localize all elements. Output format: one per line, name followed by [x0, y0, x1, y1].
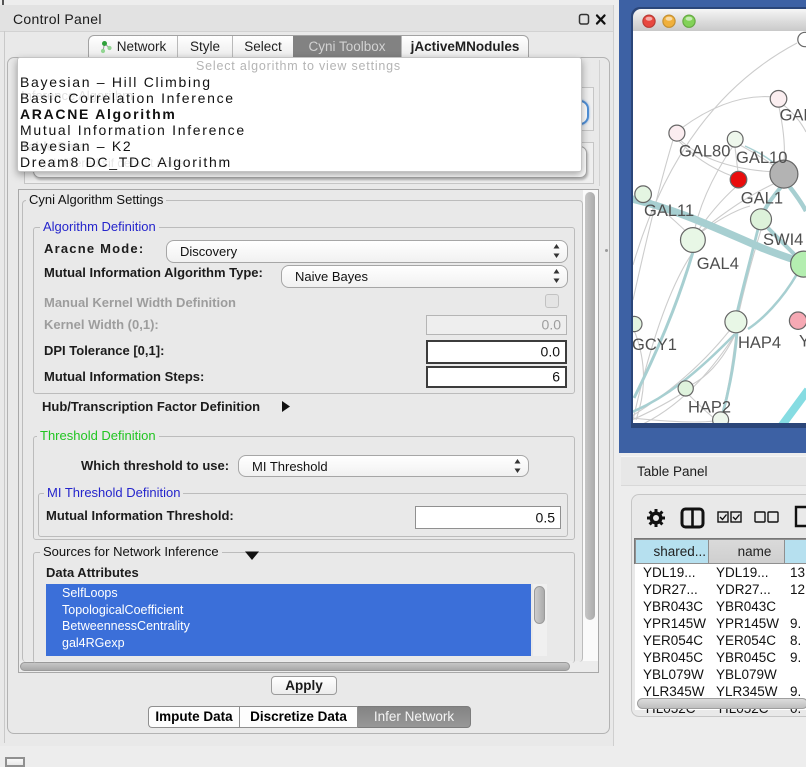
svg-text:SWI4: SWI4	[763, 231, 803, 249]
svg-text:GCY1: GCY1	[633, 336, 677, 354]
svg-text:GAL11: GAL11	[644, 202, 694, 220]
svg-text:GAL80: GAL80	[679, 143, 730, 161]
svg-text:Y: Y	[799, 333, 806, 351]
svg-text:GAL: GAL	[780, 107, 806, 125]
svg-text:HAP2: HAP2	[688, 398, 731, 416]
svg-text:GAL10: GAL10	[736, 149, 787, 167]
svg-text:GAL1: GAL1	[741, 189, 783, 207]
svg-text:GAL4: GAL4	[697, 255, 739, 273]
svg-text:HAP4: HAP4	[738, 334, 781, 352]
